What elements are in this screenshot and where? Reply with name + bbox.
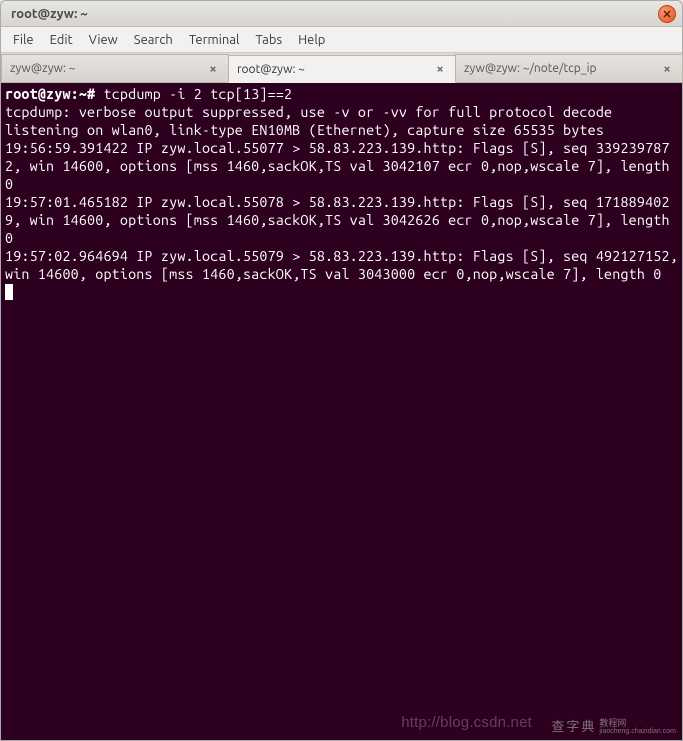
watermark-sub: 教程网 — [599, 719, 676, 728]
tab-label: zyw@zyw: ~/note/tcp_ip — [464, 62, 597, 75]
window-controls — [658, 5, 676, 23]
watermark-brand-text: 查字典 — [551, 718, 596, 736]
prompt-line: root@zyw:~# tcpdump -i 2 tcp[13]==2 — [5, 85, 678, 103]
menu-view[interactable]: View — [81, 30, 126, 50]
menu-search[interactable]: Search — [126, 30, 181, 50]
output-line: 19:57:01.465182 IP zyw.local.55078 > 58.… — [5, 193, 678, 247]
close-button[interactable] — [658, 5, 676, 23]
terminal-cursor — [5, 284, 13, 300]
output-line: tcpdump: verbose output suppressed, use … — [5, 103, 678, 121]
menu-file[interactable]: File — [5, 30, 42, 50]
shell-command: tcpdump -i 2 tcp[13]==2 — [104, 86, 293, 102]
menu-edit[interactable]: Edit — [42, 30, 81, 50]
terminal-window: root@zyw: ~ File Edit View Search Termin… — [0, 0, 683, 741]
titlebar[interactable]: root@zyw: ~ — [1, 1, 682, 27]
watermark-domain: jiaocheng.chazidian.com — [599, 728, 676, 735]
output-line: listening on wlan0, link-type EN10MB (Et… — [5, 121, 678, 139]
menu-tabs[interactable]: Tabs — [247, 30, 290, 50]
tab-1[interactable]: root@zyw: ~ × — [228, 55, 456, 83]
watermark-brand: 查字典 教程网 jiaocheng.chazidian.com — [551, 718, 676, 736]
output-line: 19:56:59.391422 IP zyw.local.55077 > 58.… — [5, 139, 678, 193]
tab-2[interactable]: zyw@zyw: ~/note/tcp_ip × — [455, 54, 683, 82]
output-line: 19:57:02.964694 IP zyw.local.55079 > 58.… — [5, 247, 678, 283]
tab-label: zyw@zyw: ~ — [10, 62, 76, 75]
menu-help[interactable]: Help — [290, 30, 333, 50]
tab-label: root@zyw: ~ — [237, 63, 305, 76]
watermark-url: http://blog.csdn.net — [401, 714, 532, 732]
window-title: root@zyw: ~ — [11, 7, 88, 21]
terminal-content[interactable]: root@zyw:~# tcpdump -i 2 tcp[13]==2 tcpd… — [1, 83, 682, 740]
close-icon — [663, 10, 671, 18]
tabbar: zyw@zyw: ~ × root@zyw: ~ × zyw@zyw: ~/no… — [1, 53, 682, 83]
cursor-line — [5, 283, 678, 301]
menu-terminal[interactable]: Terminal — [181, 30, 248, 50]
shell-prompt: root@zyw:~# — [5, 86, 95, 102]
tab-close-icon[interactable]: × — [206, 62, 220, 76]
tab-0[interactable]: zyw@zyw: ~ × — [1, 54, 229, 82]
tab-close-icon[interactable]: × — [660, 62, 674, 76]
tab-close-icon[interactable]: × — [433, 62, 447, 76]
menubar: File Edit View Search Terminal Tabs Help — [1, 27, 682, 53]
